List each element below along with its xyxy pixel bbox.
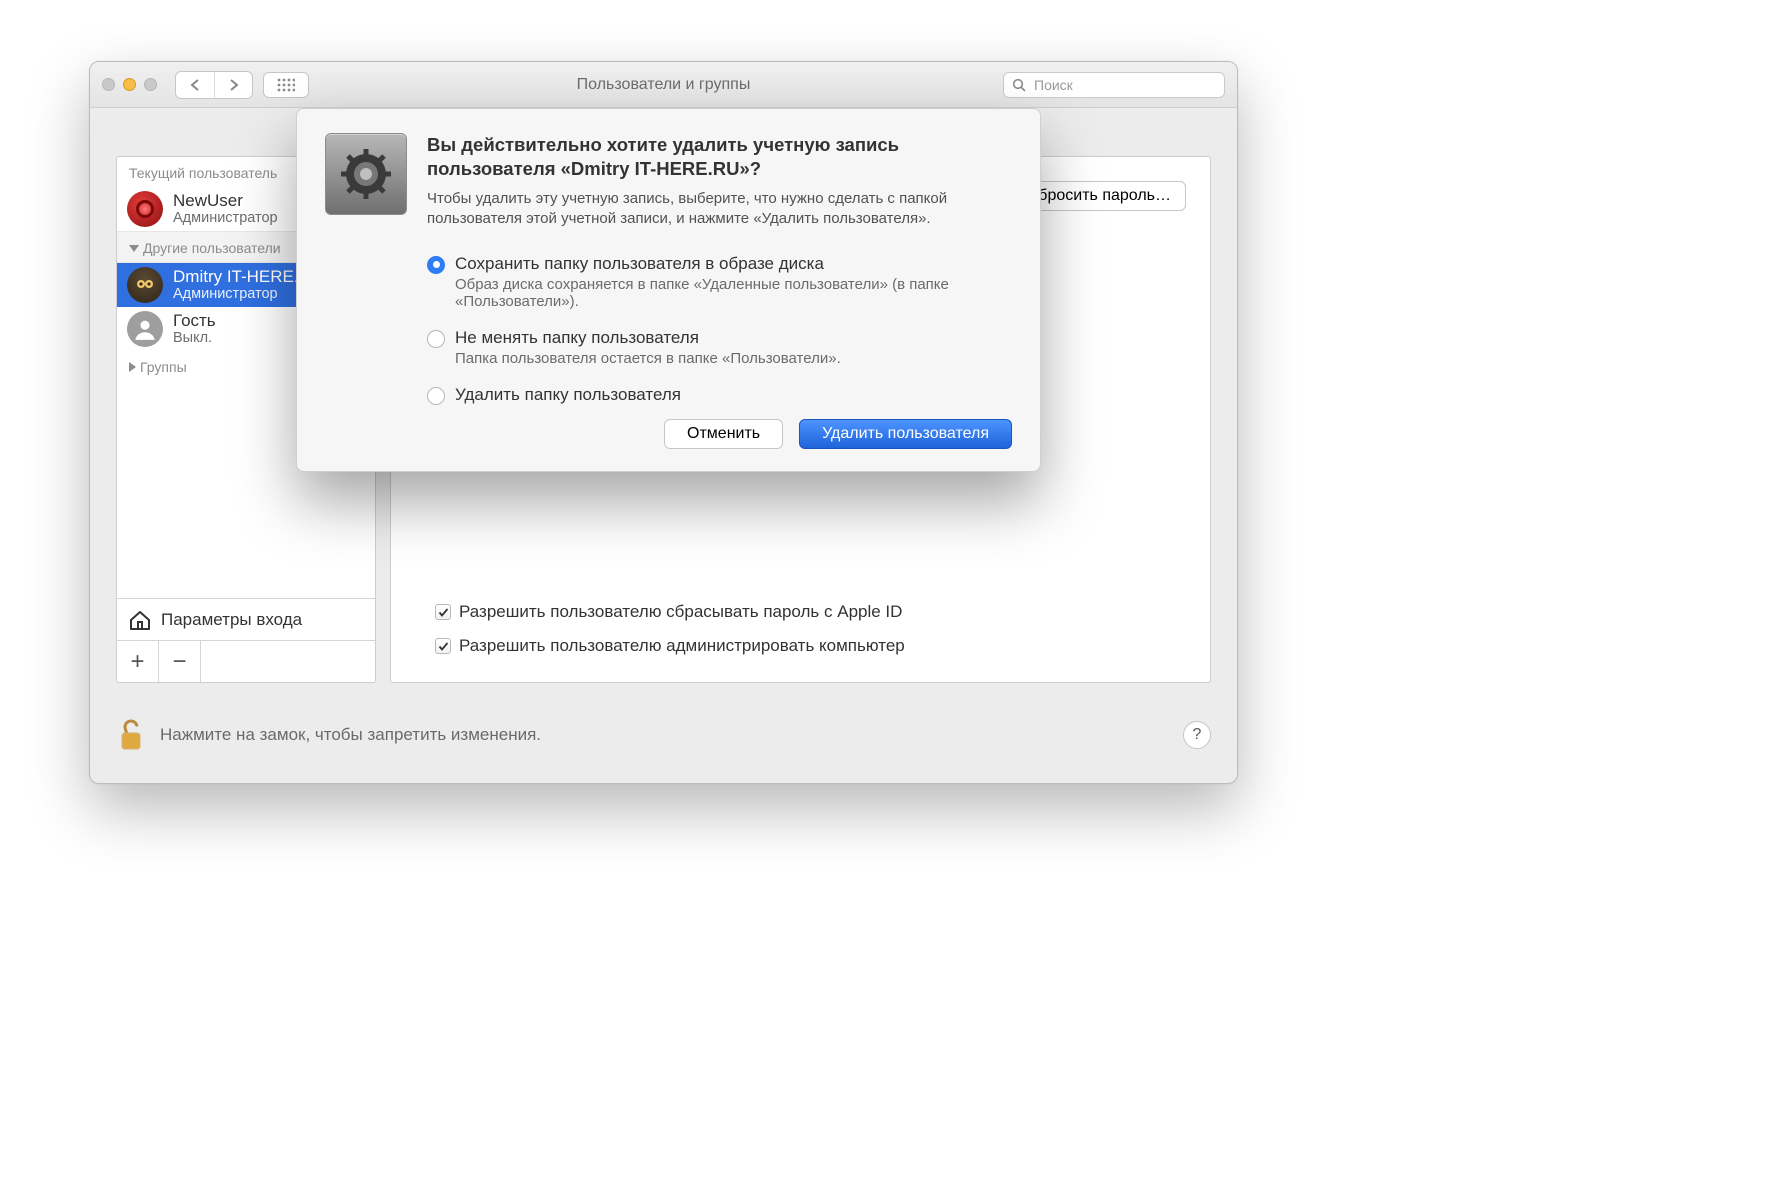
- user-name: NewUser: [173, 192, 278, 211]
- section-label: Другие пользователи: [143, 240, 281, 256]
- option-save-disk-image[interactable]: Сохранить папку пользователя в образе ди…: [427, 254, 1012, 310]
- option-sublabel: Образ диска сохраняется в папке «Удаленн…: [455, 276, 1012, 310]
- add-remove-bar: + −: [117, 640, 375, 682]
- user-role: Выкл.: [173, 330, 216, 346]
- confirm-delete-button[interactable]: Удалить пользователя: [799, 419, 1012, 449]
- option-keep-folder[interactable]: Не менять папку пользователя Папка польз…: [427, 328, 1012, 367]
- option-delete-folder[interactable]: Удалить папку пользователя: [427, 385, 1012, 405]
- unlocked-padlock-icon[interactable]: [116, 715, 146, 755]
- dialog-title: Вы действительно хотите удалить учетную …: [427, 133, 1012, 181]
- delete-user-dialog: Вы действительно хотите удалить учетную …: [296, 108, 1041, 472]
- close-window-icon[interactable]: [102, 78, 115, 91]
- back-button[interactable]: [176, 72, 214, 98]
- checkbox-allow-admin[interactable]: Разрешить пользователю администрировать …: [435, 636, 905, 656]
- dialog-buttons: Отменить Удалить пользователя: [325, 419, 1012, 449]
- help-button[interactable]: ?: [1183, 721, 1211, 749]
- option-label: Удалить папку пользователя: [455, 385, 681, 405]
- search-input[interactable]: [1032, 76, 1216, 94]
- checkbox-icon: [435, 604, 451, 620]
- dialog-options: Сохранить папку пользователя в образе ди…: [427, 254, 1012, 405]
- radio-icon: [427, 387, 445, 405]
- user-name: Гость: [173, 312, 216, 331]
- minimize-window-icon[interactable]: [123, 78, 136, 91]
- checkbox-icon: [435, 638, 451, 654]
- chevron-right-icon: [129, 362, 136, 372]
- login-options[interactable]: Параметры входа: [117, 598, 375, 640]
- radio-icon: [427, 256, 445, 274]
- chevron-down-icon: [129, 245, 139, 252]
- system-prefs-icon: [325, 133, 407, 215]
- checkbox-label: Разрешить пользователю сбрасывать пароль…: [459, 602, 902, 622]
- add-user-button[interactable]: +: [117, 641, 159, 683]
- zoom-window-icon[interactable]: [144, 78, 157, 91]
- option-label: Не менять папку пользователя: [455, 328, 841, 348]
- search-icon: [1012, 78, 1026, 92]
- lock-row: Нажмите на замок, чтобы запретить измене…: [116, 707, 1211, 763]
- login-options-label: Параметры входа: [161, 610, 302, 630]
- search-field[interactable]: [1003, 72, 1225, 98]
- remove-user-button[interactable]: −: [159, 641, 201, 683]
- option-label: Сохранить папку пользователя в образе ди…: [455, 254, 1012, 274]
- lock-hint: Нажмите на замок, чтобы запретить измене…: [160, 725, 541, 745]
- dialog-description: Чтобы удалить эту учетную запись, выбери…: [427, 189, 1012, 230]
- cancel-button[interactable]: Отменить: [664, 419, 783, 449]
- window-controls: [102, 78, 157, 91]
- avatar: [127, 311, 163, 347]
- titlebar: Пользователи и группы: [90, 62, 1237, 108]
- forward-button[interactable]: [214, 72, 252, 98]
- checkbox-reset-with-appleid[interactable]: Разрешить пользователю сбрасывать пароль…: [435, 602, 905, 622]
- show-all-prefs-button[interactable]: [263, 72, 309, 98]
- permissions: Разрешить пользователю сбрасывать пароль…: [435, 602, 905, 656]
- house-icon: [127, 607, 153, 633]
- radio-icon: [427, 330, 445, 348]
- avatar: [127, 267, 163, 303]
- nav-segment: [175, 71, 253, 99]
- section-label: Группы: [140, 359, 187, 375]
- user-role: Администратор: [173, 210, 278, 226]
- checkbox-label: Разрешить пользователю администрировать …: [459, 636, 905, 656]
- option-sublabel: Папка пользователя остается в папке «Пол…: [455, 350, 841, 367]
- avatar: [127, 191, 163, 227]
